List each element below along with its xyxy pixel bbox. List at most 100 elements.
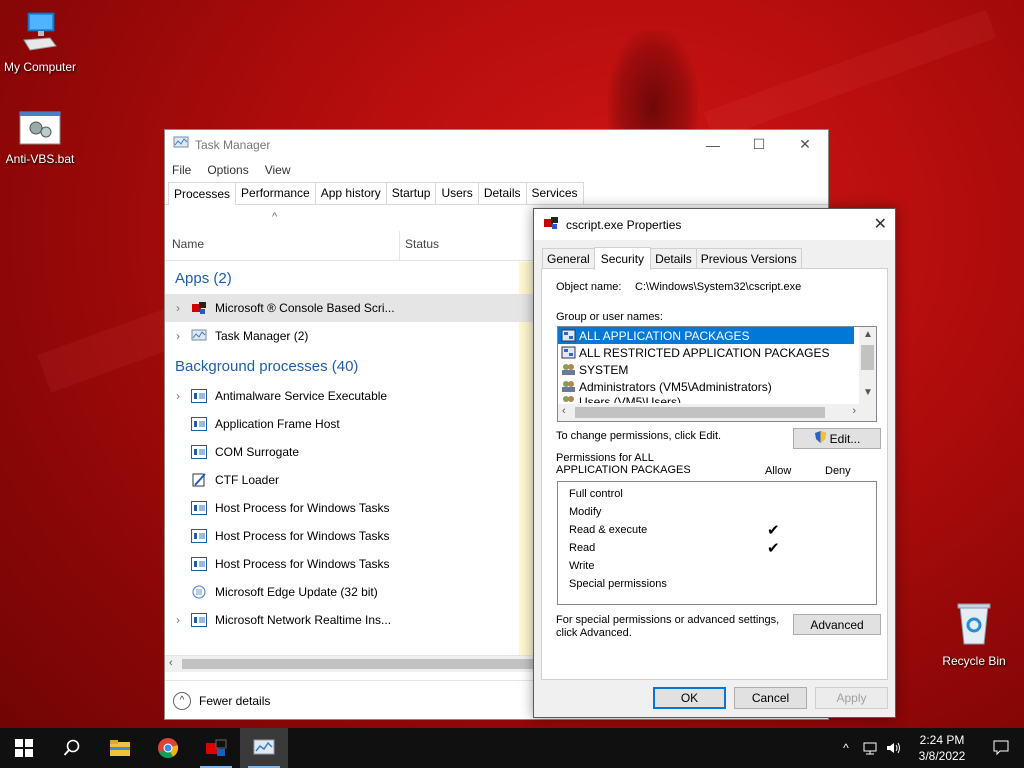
taskbar-file-explorer[interactable]	[96, 728, 144, 768]
list-item[interactable]: ALL RESTRICTED APPLICATION PACKAGES	[558, 344, 876, 361]
minimize-button[interactable]: —	[690, 130, 736, 159]
column-name[interactable]: Name	[172, 237, 204, 251]
monitor-icon	[0, 10, 80, 57]
edit-button[interactable]: Edit...	[793, 428, 881, 449]
process-row[interactable]: COM Surrogate	[165, 438, 535, 466]
action-center-button[interactable]	[978, 728, 1024, 768]
process-name: Host Process for Windows Tasks	[215, 557, 390, 571]
desktop-icon-recycle-bin[interactable]: Recycle Bin	[934, 600, 1014, 668]
scrollbar-thumb[interactable]	[575, 407, 825, 418]
process-name: CTF Loader	[215, 473, 280, 487]
list-item[interactable]: SYSTEM	[558, 361, 876, 378]
column-separator[interactable]	[399, 231, 400, 261]
desktop-icon-anti-vbs[interactable]: Anti-VBS.bat	[0, 110, 80, 166]
tab-general[interactable]: General	[542, 248, 595, 269]
process-name: Antimalware Service Executable	[215, 389, 388, 403]
process-row[interactable]: Application Frame Host	[165, 410, 535, 438]
expand-chevron-icon[interactable]: ›	[165, 613, 191, 627]
process-row[interactable]: Host Process for Windows Tasks	[165, 522, 535, 550]
tab-users[interactable]: Users	[435, 182, 479, 204]
permission-row-full-control: Full control	[558, 485, 876, 503]
desktop-icon-label: My Computer	[3, 60, 77, 74]
group-background-processes: Background processes (40)	[175, 357, 359, 375]
list-item[interactable]: Users (VM5\Users)	[558, 395, 876, 403]
taskbar-chrome[interactable]	[144, 728, 192, 768]
expand-chevron-icon[interactable]: ›	[165, 301, 191, 315]
process-row[interactable]: Microsoft Edge Update (32 bit)	[165, 578, 535, 606]
wallpaper-streak	[703, 9, 997, 141]
taskbar-clock[interactable]: 2:24 PM 3/8/2022	[906, 732, 978, 764]
system-tray: ^ 2:24 PM 3/8/2022	[834, 728, 1024, 768]
scroll-down-icon[interactable]: ▼	[863, 387, 873, 398]
task-manager-icon	[191, 329, 207, 343]
column-status[interactable]: Status	[405, 237, 439, 251]
process-name: Host Process for Windows Tasks	[215, 501, 390, 515]
tab-startup[interactable]: Startup	[385, 182, 437, 204]
scroll-left-icon[interactable]: ‹	[562, 405, 566, 417]
apply-button[interactable]: Apply	[815, 687, 888, 709]
deny-column-header: Deny	[825, 465, 851, 477]
volume-icon[interactable]	[882, 728, 906, 768]
process-row[interactable]: Host Process for Windows Tasks	[165, 494, 535, 522]
scroll-left-icon[interactable]: ‹	[169, 657, 173, 669]
menu-options[interactable]: Options	[207, 163, 248, 177]
search-button[interactable]	[48, 728, 96, 768]
process-name: Microsoft Edge Update (32 bit)	[215, 585, 378, 599]
process-row[interactable]: Host Process for Windows Tasks	[165, 550, 535, 578]
users-group-icon	[561, 395, 576, 403]
tab-previous-versions[interactable]: Previous Versions	[695, 248, 802, 269]
process-list-hscrollbar[interactable]: ‹	[165, 655, 535, 672]
process-row[interactable]: › Antimalware Service Executable	[165, 382, 535, 410]
taskbar-cscript[interactable]	[192, 728, 240, 768]
close-icon[interactable]: ✕	[874, 214, 887, 234]
process-list: Apps (2) › Microsoft ® Console Based Scr…	[165, 262, 535, 655]
process-name: Host Process for Windows Tasks	[215, 529, 390, 543]
permission-row-read: Read ✔	[558, 539, 876, 557]
process-row[interactable]: CTF Loader	[165, 466, 535, 494]
start-button[interactable]	[0, 728, 48, 768]
scroll-right-icon[interactable]: ›	[852, 405, 856, 417]
cancel-button[interactable]: Cancel	[734, 687, 807, 709]
tab-details[interactable]: Details	[477, 182, 527, 204]
fewer-details-label: Fewer details	[199, 693, 271, 708]
list-item[interactable]: ALL APPLICATION PACKAGES	[558, 327, 854, 344]
process-row[interactable]: › Microsoft Network Realtime Ins...	[165, 606, 535, 634]
permission-row-special: Special permissions	[558, 575, 876, 593]
maximize-button[interactable]: ☐	[736, 130, 782, 159]
expand-chevron-icon[interactable]: ›	[165, 329, 191, 343]
tab-security[interactable]: Security	[593, 247, 652, 270]
ok-button[interactable]: OK	[653, 687, 726, 709]
security-panel: Object name: C:\Windows\System32\cscript…	[541, 268, 888, 680]
tab-processes[interactable]: Processes	[168, 182, 237, 205]
group-names-listbox[interactable]: ALL APPLICATION PACKAGES ALL RESTRICTED …	[557, 326, 877, 422]
show-hidden-icons-chevron-icon[interactable]: ^	[834, 728, 858, 768]
list-item[interactable]: Administrators (VM5\Administrators)	[558, 378, 876, 395]
group-apps: Apps (2)	[175, 269, 232, 287]
listbox-hscrollbar[interactable]: ‹ ›	[558, 404, 876, 421]
desktop-icon-my-computer[interactable]: My Computer	[0, 10, 80, 74]
package-group-icon	[561, 329, 576, 342]
notification-icon	[993, 740, 1009, 756]
task-manager-titlebar[interactable]: Task Manager — ☐ ✕	[165, 130, 828, 159]
taskbar-task-manager[interactable]	[240, 728, 288, 768]
tab-services[interactable]: Services	[525, 182, 584, 204]
tab-details[interactable]: Details	[650, 248, 697, 269]
tab-app-history[interactable]: App history	[314, 182, 387, 204]
properties-titlebar[interactable]: cscript.exe Properties	[534, 209, 895, 240]
network-icon[interactable]	[858, 728, 882, 768]
process-row-cscript[interactable]: › Microsoft ® Console Based Scri...	[165, 294, 535, 322]
advanced-button[interactable]: Advanced	[793, 614, 881, 635]
expand-chevron-icon[interactable]: ›	[165, 389, 191, 403]
scrollbar-thumb[interactable]	[182, 659, 535, 669]
close-button[interactable]: ✕	[782, 130, 828, 159]
tab-performance[interactable]: Performance	[235, 182, 316, 204]
permission-name: Write	[569, 560, 595, 572]
process-row-task-manager[interactable]: › Task Manager (2)	[165, 322, 535, 350]
menu-view[interactable]: View	[265, 163, 291, 177]
scrollbar-thumb[interactable]	[861, 345, 874, 370]
listbox-vscrollbar[interactable]: ▲ ▼	[859, 327, 876, 405]
group-name: Users (VM5\Users)	[579, 395, 682, 403]
scroll-up-icon[interactable]: ▲	[863, 329, 873, 340]
console-script-icon	[191, 301, 207, 315]
menu-file[interactable]: File	[172, 163, 191, 177]
